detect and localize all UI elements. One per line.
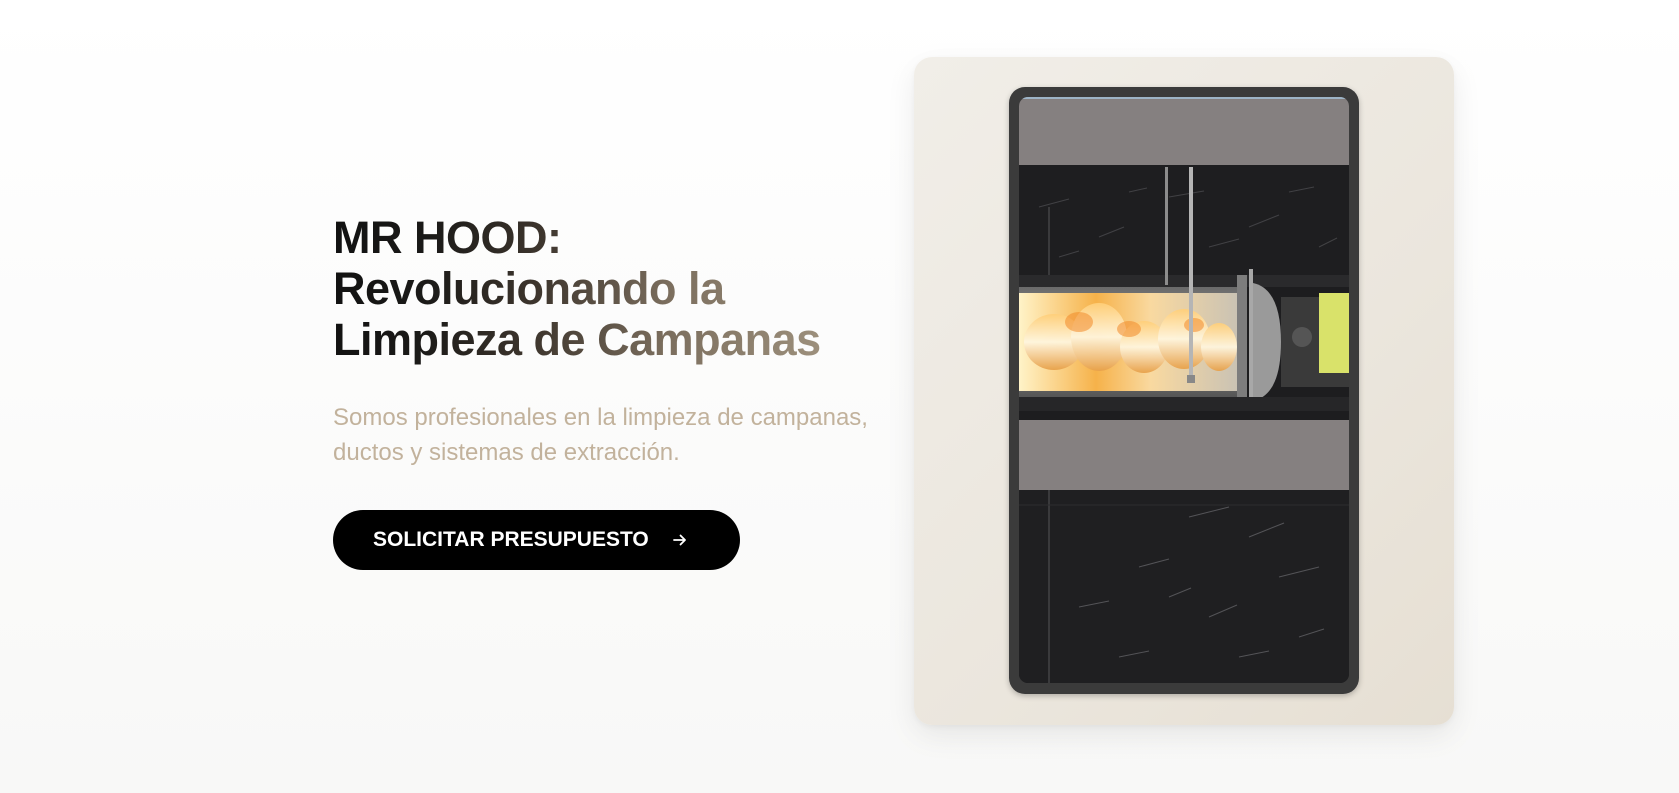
phone-frame xyxy=(1009,87,1359,694)
title-line-3: Limpieza de Campanas xyxy=(333,314,821,365)
arrow-right-icon xyxy=(671,531,689,549)
hero-text-block: MR HOOD: Revolucionando la Limpieza de C… xyxy=(333,212,873,570)
hero-subtitle: Somos profesionales en la limpieza de ca… xyxy=(333,404,868,466)
video-player[interactable] xyxy=(1019,97,1349,683)
request-quote-label: SOLICITAR PRESUPUESTO xyxy=(373,528,649,551)
title-line-2: Revolucionando la xyxy=(333,263,725,314)
title-line-1: MR HOOD: xyxy=(333,212,562,263)
hero-section: MR HOOD: Revolucionando la Limpieza de C… xyxy=(0,0,1679,793)
page-title: MR HOOD: Revolucionando la Limpieza de C… xyxy=(333,212,873,365)
duct-fire-video-frame xyxy=(1019,97,1349,683)
media-card xyxy=(914,57,1454,725)
request-quote-button[interactable]: SOLICITAR PRESUPUESTO xyxy=(333,510,740,570)
